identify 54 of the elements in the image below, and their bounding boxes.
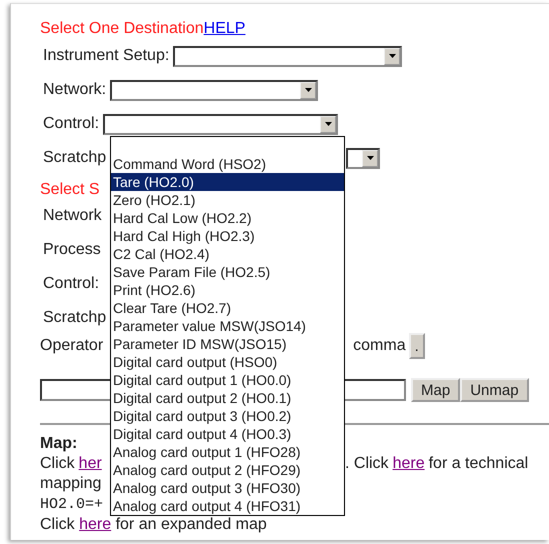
field-label: Network — [43, 207, 102, 225]
dropdown-option[interactable]: Digital card output 1 (HO0.0) — [111, 371, 344, 389]
body-text: for a technical — [428, 454, 528, 474]
dropdown-option[interactable]: Analog card output 4 (HFO31) — [111, 497, 344, 515]
dropdown-option[interactable]: Print (HO2.6) — [111, 281, 344, 299]
field-label: Network: — [43, 81, 106, 99]
here-link[interactable]: here — [392, 454, 425, 474]
dropdown-option[interactable]: C2 Cal (HO2.4) — [111, 245, 344, 263]
dropdown-option[interactable]: Command Word (HSO2) — [111, 155, 344, 173]
section-heading: Select S — [40, 181, 100, 198]
field-label: Control: — [43, 275, 100, 293]
select-field[interactable] — [173, 46, 402, 66]
body-text: Click — [40, 454, 75, 474]
map-button[interactable]: Unmap — [460, 378, 529, 402]
caret-icon — [362, 150, 378, 166]
select-field[interactable] — [110, 80, 318, 100]
dropdown-option[interactable]: Hard Cal High (HO2.3) — [111, 227, 344, 245]
field-label: comma — [353, 337, 406, 355]
section-heading: Select One Destination — [40, 20, 204, 37]
mapping-code: HO2.0=+ — [40, 496, 104, 513]
dropdown-option[interactable]: Save Param File (HO2.5) — [111, 263, 344, 281]
body-text: . Click — [345, 454, 389, 474]
dropdown-option[interactable]: Clear Tare (HO2.7) — [111, 299, 344, 317]
select-field[interactable] — [346, 148, 380, 168]
field-label: Control: — [43, 115, 100, 133]
help-link[interactable]: HELP — [204, 20, 246, 37]
dropdown-option[interactable]: Hard Cal Low (HO2.2) — [111, 209, 344, 227]
caret-icon — [384, 48, 400, 64]
dropdown-option[interactable]: Analog card output 2 (HFO29) — [111, 461, 344, 479]
dropdown-option[interactable]: Digital card output 2 (HO0.1) — [111, 389, 344, 407]
dropdown-option[interactable]: Digital card output (HSO0) — [111, 353, 344, 371]
field-label: Operator — [40, 337, 104, 355]
dropdown-option[interactable]: Analog card output 3 (HFO30) — [111, 479, 344, 497]
here-link[interactable]: here — [79, 516, 112, 533]
here-link[interactable]: her — [78, 454, 102, 474]
caret-icon — [320, 116, 336, 132]
field-label: Instrument Setup: — [43, 47, 170, 65]
dropdown-option[interactable]: Parameter ID MSW(JSO15) — [111, 335, 344, 353]
field-label: Scratchp — [43, 309, 106, 327]
dropdown-option[interactable]: Digital card output 4 (HO0.3) — [111, 425, 344, 443]
map-button[interactable]: Map — [411, 378, 460, 402]
field-label: Process — [43, 241, 101, 259]
dropdown-option[interactable]: Zero (HO2.1) — [111, 191, 344, 209]
body-text: Click here for an expanded map — [40, 516, 267, 533]
map-heading: Map: — [40, 435, 78, 452]
dropdown-option[interactable]: Tare (HO2.0) — [111, 173, 344, 191]
select-field[interactable] — [103, 114, 338, 134]
body-text: mapping — [40, 475, 102, 492]
dropdown-option[interactable]: Digital card output 3 (HO0.2) — [111, 407, 344, 425]
dropdown-option[interactable]: Parameter value MSW(JSO14) — [111, 317, 344, 335]
comma-button[interactable]: . — [408, 333, 425, 359]
dropdown-option[interactable]: Analog card output 1 (HFO28) — [111, 443, 344, 461]
caret-icon — [300, 82, 316, 98]
field-label: Scratchp — [43, 149, 106, 167]
